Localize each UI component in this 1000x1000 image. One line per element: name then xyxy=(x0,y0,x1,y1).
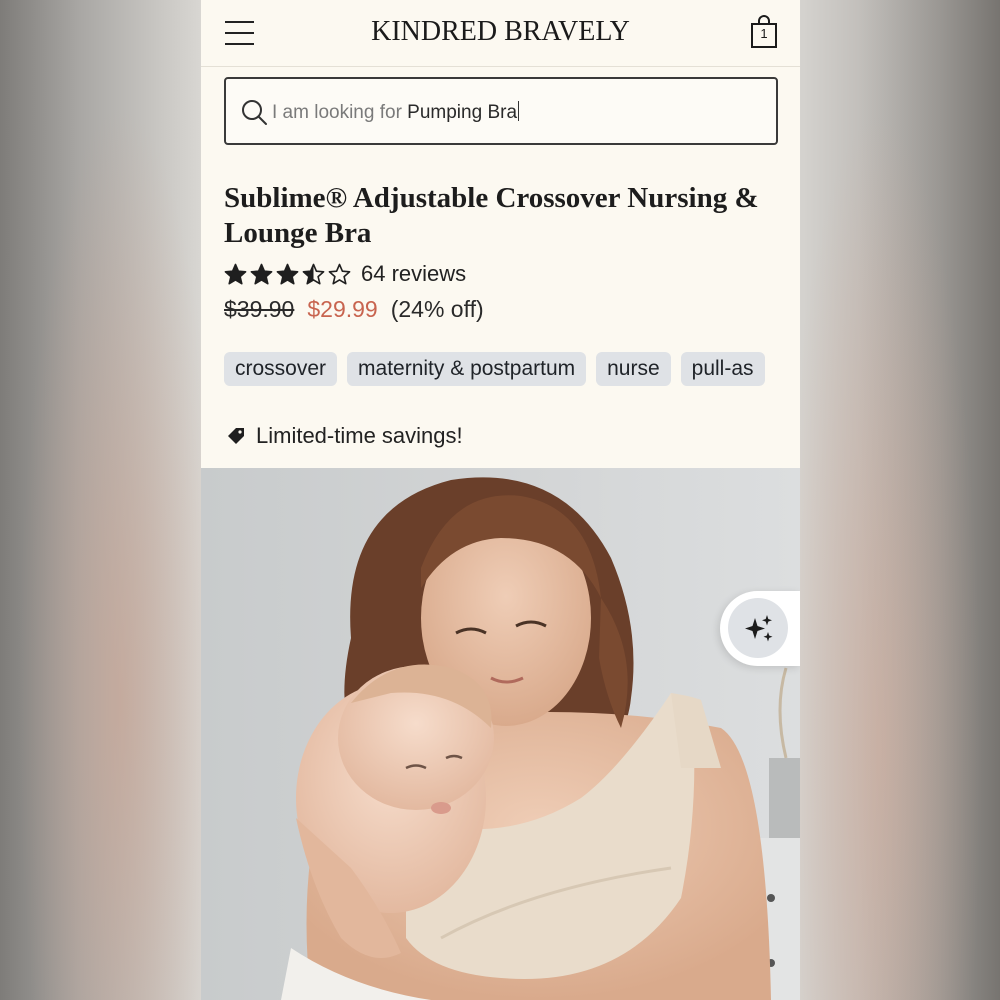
product-tags: crossover maternity & postpartum nurse p… xyxy=(224,352,765,386)
product-photo xyxy=(201,468,800,1000)
search-placeholder-prefix: I am looking for xyxy=(272,102,408,123)
search-input[interactable]: I am looking for Pumping Bra xyxy=(224,77,778,145)
price-tag-icon xyxy=(228,428,244,444)
background-blur-left xyxy=(0,0,201,1000)
star-rating xyxy=(224,263,351,286)
tag-chip[interactable]: crossover xyxy=(224,352,338,386)
sparkle-icon xyxy=(745,615,773,642)
star-full-icon xyxy=(224,263,247,284)
tag-chip[interactable]: pull-as xyxy=(680,352,765,386)
ai-assistant-button[interactable] xyxy=(720,591,800,666)
ai-button-circle xyxy=(728,598,788,658)
product-rating[interactable]: 64 reviews xyxy=(224,260,466,288)
search-text: I am looking for Pumping Bra xyxy=(272,101,520,124)
mobile-page: KINDRED BRAVELY 1 I am looking for Pumpi… xyxy=(201,0,800,1000)
text-caret xyxy=(518,101,520,121)
product-image[interactable] xyxy=(201,468,800,1000)
star-half-icon xyxy=(302,263,325,284)
cart-count-badge: 1 xyxy=(760,26,768,41)
star-full-icon xyxy=(276,263,299,284)
product-title: Sublime® Adjustable Crossover Nursing & … xyxy=(224,182,759,249)
promo-text: Limited-time savings! xyxy=(256,423,463,448)
tag-chip[interactable]: maternity & postpartum xyxy=(347,352,587,386)
cart-button[interactable]: 1 xyxy=(748,14,780,50)
original-price: $39.90 xyxy=(224,296,295,322)
search-icon xyxy=(242,100,267,125)
price-row: $39.90 $29.99 (24% off) xyxy=(224,296,484,323)
sale-price: $29.99 xyxy=(307,296,378,322)
background-blur-right xyxy=(799,0,1000,1000)
brand-logo[interactable]: KINDRED BRAVELY xyxy=(201,16,800,48)
search-value: Pumping Bra xyxy=(407,102,518,123)
tag-chip[interactable]: nurse xyxy=(596,352,671,386)
site-header: KINDRED BRAVELY 1 xyxy=(201,0,800,67)
reviews-link[interactable]: 64 reviews xyxy=(361,261,466,287)
star-full-icon xyxy=(250,263,273,284)
promo-banner: Limited-time savings! xyxy=(226,423,463,449)
star-empty-icon xyxy=(328,263,351,284)
discount-label: (24% off) xyxy=(390,296,484,322)
